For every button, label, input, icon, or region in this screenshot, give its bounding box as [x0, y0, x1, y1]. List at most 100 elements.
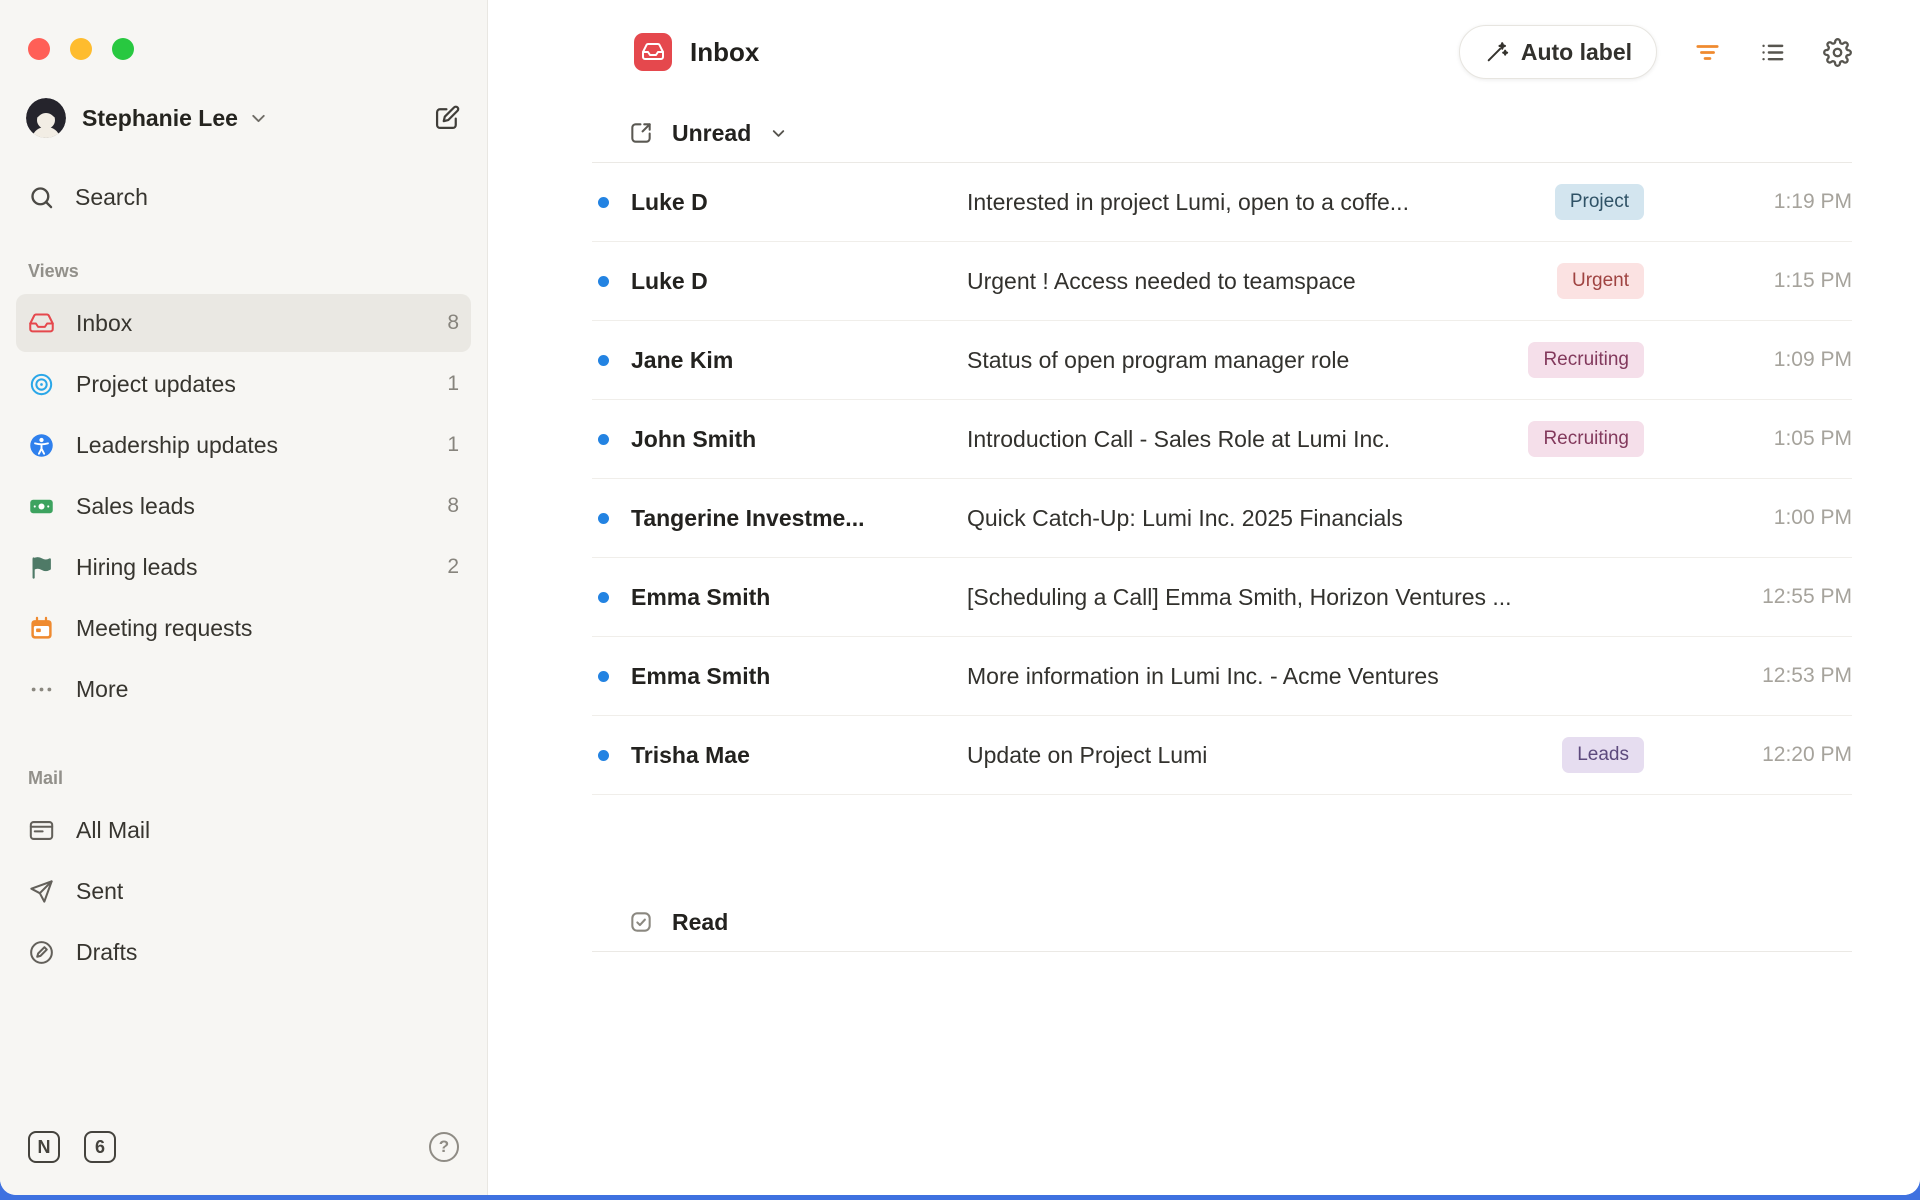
email-row[interactable]: John Smith Introduction Call - Sales Rol…	[592, 400, 1852, 479]
read-section-header[interactable]: Read	[592, 893, 1852, 952]
sidebar-item-sales-leads[interactable]: Sales leads 8	[16, 477, 471, 535]
email-subject: [Scheduling a Call] Emma Smith, Horizon …	[967, 584, 1644, 611]
unread-dot-icon	[598, 592, 609, 603]
avatar[interactable]	[26, 98, 66, 138]
email-sender: Emma Smith	[631, 663, 967, 690]
sidebar-item-hiring-leads[interactable]: Hiring leads2	[16, 538, 471, 596]
settings-icon[interactable]	[1823, 38, 1852, 67]
email-time: 1:19 PM	[1644, 190, 1852, 214]
window-controls	[16, 0, 471, 60]
chevron-down-icon[interactable]	[248, 108, 269, 129]
close-button[interactable]	[28, 38, 50, 60]
email-tag[interactable]: Recruiting	[1528, 421, 1644, 457]
sidebar-item-more[interactable]: More	[16, 660, 471, 718]
calendar-icon	[28, 615, 60, 642]
read-checkbox-icon	[628, 909, 654, 935]
unread-icon	[628, 120, 654, 146]
email-time: 12:20 PM	[1644, 743, 1852, 767]
list-view-icon[interactable]	[1758, 38, 1787, 67]
email-tag[interactable]: Recruiting	[1528, 342, 1644, 378]
minimize-button[interactable]	[70, 38, 92, 60]
email-tag[interactable]: Leads	[1562, 737, 1644, 773]
email-time: 12:53 PM	[1644, 664, 1852, 688]
inbox-badge-icon	[634, 33, 672, 71]
sidebar-item-label: Sent	[76, 878, 123, 905]
sidebar-footer: N 6 ?	[16, 1131, 471, 1195]
sidebar-item-all-mail[interactable]: All Mail	[16, 801, 471, 859]
sidebar-item-leadership-updates[interactable]: Leadership updates1	[16, 416, 471, 474]
help-button[interactable]: ?	[429, 1132, 459, 1162]
zoom-button[interactable]	[112, 38, 134, 60]
leadership-icon	[28, 432, 60, 459]
email-tag[interactable]: Urgent	[1557, 263, 1644, 299]
email-row[interactable]: Luke D Interested in project Lumi, open …	[592, 163, 1852, 242]
email-sender: Tangerine Investme...	[631, 505, 967, 532]
email-sender: Emma Smith	[631, 584, 967, 611]
email-row[interactable]: Tangerine Investme... Quick Catch-Up: Lu…	[592, 479, 1852, 558]
inbox-icon	[28, 310, 60, 337]
email-tag[interactable]: Project	[1555, 184, 1644, 220]
main-panel: Inbox Auto label Unread Luke D Intereste…	[488, 0, 1920, 1195]
email-row[interactable]: Emma Smith [Scheduling a Call] Emma Smit…	[592, 558, 1852, 637]
sidebar-nav: ViewsInbox8Project updates1Leadership up…	[16, 211, 471, 984]
sidebar-item-meeting-requests[interactable]: Meeting requests	[16, 599, 471, 657]
calendar-badge[interactable]: 6	[84, 1131, 116, 1163]
email-subject: Interested in project Lumi, open to a co…	[967, 189, 1555, 216]
email-subject: Status of open program manager role	[967, 347, 1528, 374]
sidebar-item-label: Inbox	[76, 310, 132, 337]
send-icon	[28, 878, 60, 905]
user-name[interactable]: Stephanie Lee	[82, 105, 238, 132]
sidebar-item-label: Sales leads	[76, 493, 195, 520]
banknote-icon	[28, 493, 60, 520]
sidebar-item-count: 8	[447, 494, 459, 518]
email-time: 1:05 PM	[1644, 427, 1852, 451]
unread-dot-icon	[598, 434, 609, 445]
user-row: Stephanie Lee	[16, 98, 471, 138]
email-sender: Jane Kim	[631, 347, 967, 374]
sidebar-item-sent[interactable]: Sent	[16, 862, 471, 920]
unread-dot-icon	[598, 355, 609, 366]
chevron-down-icon[interactable]	[769, 124, 788, 143]
sidebar-item-count: 2	[447, 555, 459, 579]
search-label: Search	[75, 184, 148, 211]
unread-dot-icon	[598, 671, 609, 682]
email-row[interactable]: Trisha Mae Update on Project Lumi Leads …	[592, 716, 1852, 795]
email-subject: Quick Catch-Up: Lumi Inc. 2025 Financial…	[967, 505, 1644, 532]
flag-icon	[28, 554, 60, 581]
unread-dot-icon	[598, 750, 609, 761]
app-window: Stephanie Lee Search ViewsInbox8Project …	[0, 0, 1920, 1195]
email-subject: Urgent ! Access needed to teamspace	[967, 268, 1557, 295]
auto-label-button[interactable]: Auto label	[1459, 25, 1657, 79]
drafts-icon	[28, 939, 60, 966]
unread-dot-icon	[598, 513, 609, 524]
filter-icon[interactable]	[1693, 38, 1722, 67]
email-sender: John Smith	[631, 426, 967, 453]
sidebar-item-label: All Mail	[76, 817, 150, 844]
unread-section-header[interactable]: Unread	[592, 104, 1852, 163]
sidebar-item-project-updates[interactable]: Project updates1	[16, 355, 471, 413]
sidebar-item-label: Meeting requests	[76, 615, 252, 642]
email-sender: Trisha Mae	[631, 742, 967, 769]
sidebar-item-label: Drafts	[76, 939, 137, 966]
unread-label: Unread	[672, 120, 751, 147]
sidebar-item-label: More	[76, 676, 128, 703]
sidebar-item-drafts[interactable]: Drafts	[16, 923, 471, 981]
sidebar-item-count: 1	[447, 433, 459, 457]
email-row[interactable]: Emma Smith More information in Lumi Inc.…	[592, 637, 1852, 716]
notion-badge[interactable]: N	[28, 1131, 60, 1163]
compose-button[interactable]	[433, 104, 461, 132]
email-subject: More information in Lumi Inc. - Acme Ven…	[967, 663, 1644, 690]
mail-icon	[28, 817, 60, 844]
sidebar: Stephanie Lee Search ViewsInbox8Project …	[0, 0, 488, 1195]
search-button[interactable]: Search	[16, 184, 471, 211]
sidebar-item-inbox[interactable]: Inbox 8	[16, 294, 471, 352]
search-icon	[28, 184, 55, 211]
email-row[interactable]: Luke D Urgent ! Access needed to teamspa…	[592, 242, 1852, 321]
target-icon	[28, 371, 60, 398]
page-title: Inbox	[690, 37, 759, 68]
email-subject: Introduction Call - Sales Role at Lumi I…	[967, 426, 1528, 453]
sidebar-item-count: 8	[447, 311, 459, 335]
email-sender: Luke D	[631, 268, 967, 295]
email-row[interactable]: Jane Kim Status of open program manager …	[592, 321, 1852, 400]
unread-dot-icon	[598, 197, 609, 208]
